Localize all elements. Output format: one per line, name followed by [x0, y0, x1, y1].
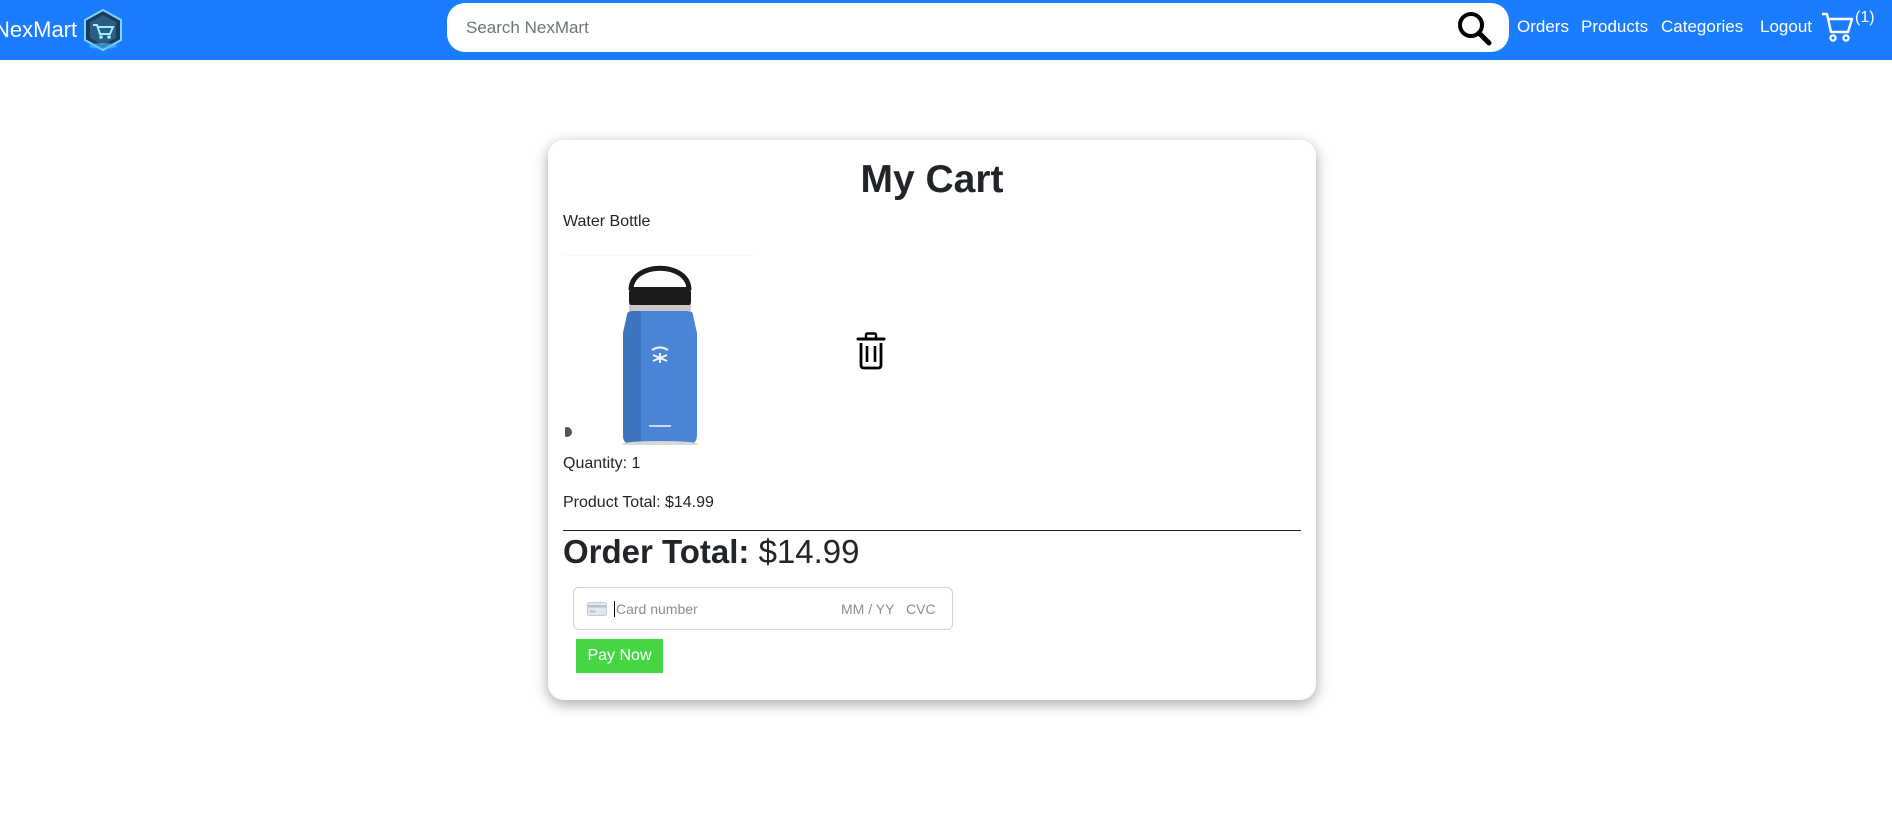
- search-icon[interactable]: [1455, 10, 1493, 46]
- nav-orders[interactable]: Orders: [1517, 17, 1569, 37]
- product-image: [563, 255, 753, 445]
- card-cvc-input[interactable]: CVC: [906, 601, 936, 617]
- card-payment-field[interactable]: MM / YY CVC: [573, 587, 953, 630]
- product-total: Product Total: $14.99: [563, 494, 714, 511]
- nav-logout[interactable]: Logout: [1760, 17, 1812, 37]
- card-number-input[interactable]: [614, 600, 814, 617]
- pay-now-button[interactable]: Pay Now: [576, 639, 663, 673]
- card-expiry-input[interactable]: MM / YY: [841, 601, 894, 617]
- order-total: Order Total: $14.99: [563, 533, 860, 571]
- order-total-label: Order Total:: [563, 533, 750, 570]
- nav-categories[interactable]: Categories: [1661, 17, 1743, 37]
- logo-icon: [84, 8, 123, 52]
- cart-icon[interactable]: [1820, 10, 1854, 44]
- brand[interactable]: NexMart: [0, 6, 125, 54]
- product-name: Water Bottle: [563, 213, 651, 230]
- search-bar: [447, 3, 1509, 52]
- divider: [563, 530, 1301, 531]
- order-total-value: $14.99: [758, 533, 860, 570]
- trash-icon[interactable]: [856, 332, 886, 370]
- cart-card: My Cart Water Bottle Quantity: 1 Product…: [548, 140, 1316, 700]
- brand-name[interactable]: NexMart: [0, 19, 77, 41]
- page-title: My Cart: [860, 158, 1004, 201]
- nav-products[interactable]: Products: [1581, 17, 1648, 37]
- top-navbar: NexMart Orders Products Categories Logou…: [0, 0, 1892, 60]
- search-input[interactable]: [466, 17, 1426, 38]
- credit-card-icon: [587, 601, 607, 616]
- product-quantity: Quantity: 1: [563, 455, 641, 472]
- cart-count-badge: (1): [1855, 9, 1875, 26]
